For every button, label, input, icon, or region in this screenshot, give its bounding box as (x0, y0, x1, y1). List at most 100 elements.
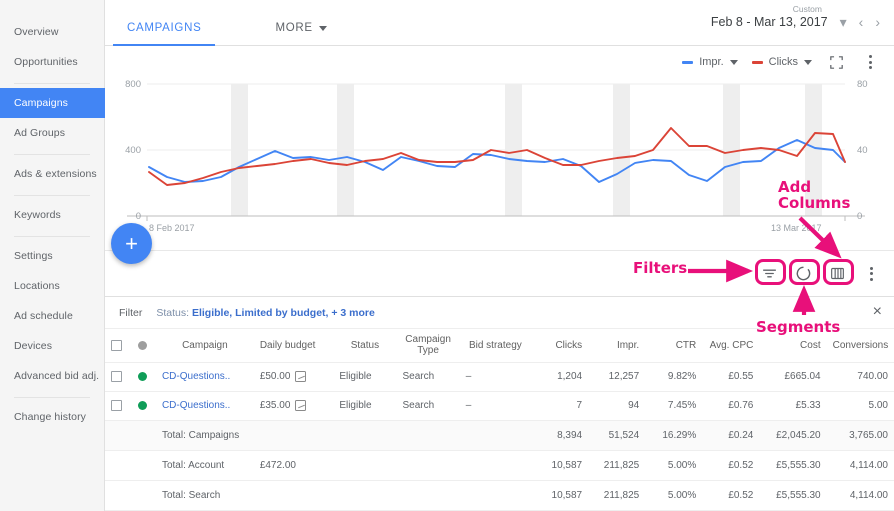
header-avg-cpc[interactable]: Avg. CPC (702, 329, 760, 363)
table-row[interactable]: CD-Questions.. £50.00 Eligible Search – … (105, 362, 894, 392)
chevron-down-icon[interactable] (729, 59, 738, 65)
new-campaign-fab[interactable]: + (111, 223, 152, 264)
close-icon[interactable]: × (873, 304, 882, 320)
row-clicks-cell: 1,204 (531, 362, 589, 392)
row-cost-cell: £665.04 (759, 362, 827, 392)
header-bid-strategy[interactable]: Bid strategy (459, 329, 532, 363)
row-impr-cell: 94 (588, 391, 646, 421)
sidebar-item-overview[interactable]: Overview (0, 17, 104, 47)
total-spacer (459, 450, 532, 481)
line-chart-svg: 800 400 0 80 40 0 (125, 79, 867, 222)
sidebar-item-label: Advanced bid adj. (14, 370, 100, 382)
row-checkbox-cell[interactable] (105, 391, 132, 421)
campaign-link[interactable]: CD-Questions.. (162, 371, 230, 382)
header-campaign[interactable]: Campaign (155, 329, 254, 363)
chevron-down-icon (318, 25, 327, 31)
header-conversions[interactable]: Conversions (826, 329, 894, 363)
total-ctr: 16.29% (645, 420, 703, 451)
tab-campaigns[interactable]: CAMPAIGNS (113, 22, 216, 46)
total-cpc: £0.52 (702, 480, 760, 511)
row-checkbox[interactable] (111, 400, 122, 411)
sidebar-item-label: Campaigns (14, 97, 69, 109)
total-row-campaigns: Total: Campaigns 8,394 51,524 16.29% £0.… (105, 420, 894, 451)
total-spacer (396, 450, 460, 481)
table-row[interactable]: CD-Questions.. £35.00 Eligible Search – … (105, 391, 894, 421)
chevron-down-icon[interactable]: ▾ (840, 15, 847, 29)
row-conv-cell: 5.00 (826, 391, 894, 421)
total-spacer (105, 450, 132, 481)
row-campaign-cell[interactable]: CD-Questions.. (155, 391, 254, 421)
svg-text:0: 0 (857, 211, 862, 222)
columns-icon[interactable] (824, 261, 850, 287)
tab-label: CAMPAIGNS (127, 22, 202, 34)
sidebar-item-advanced-bid-adj[interactable]: Advanced bid adj. (0, 361, 104, 391)
next-period-icon[interactable]: › (875, 15, 880, 29)
main-content: CAMPAIGNS MORE Custom Feb 8 - Mar 13, 20… (105, 0, 894, 511)
sidebar-item-settings[interactable]: Settings (0, 241, 104, 271)
sidebar-item-campaigns[interactable]: Campaigns (0, 88, 105, 118)
sidebar-item-ad-schedule[interactable]: Ad schedule (0, 301, 104, 331)
sidebar-item-ads-extensions[interactable]: Ads & extensions (0, 159, 104, 189)
sidebar-divider (0, 148, 104, 159)
sidebar-item-label: Settings (14, 250, 53, 262)
more-vert-icon[interactable] (858, 261, 884, 287)
row-campaign-cell[interactable]: CD-Questions.. (155, 362, 254, 392)
row-budget-cell[interactable]: £50.00 (253, 362, 334, 392)
table-header: Campaign Daily budget Status Campaign Ty… (105, 329, 894, 363)
row-status-cell: Eligible (333, 362, 397, 392)
status-dot-icon-green (137, 372, 147, 381)
row-status-dot-cell (131, 391, 156, 421)
sidebar-item-change-history[interactable]: Change history (0, 402, 104, 432)
select-all-checkbox[interactable] (111, 339, 122, 351)
row-type-cell: Search (396, 391, 460, 421)
sidebar-item-label: Keywords (14, 209, 61, 221)
chevron-down-icon[interactable] (804, 59, 812, 65)
row-cpc-cell: £0.55 (702, 362, 760, 392)
sidebar-item-devices[interactable]: Devices (0, 331, 104, 361)
sidebar-divider (0, 189, 104, 200)
filter-icon[interactable] (756, 261, 782, 287)
budget-chart-icon[interactable] (295, 400, 307, 411)
sidebar-item-keywords[interactable]: Keywords (0, 200, 104, 230)
segments-icon[interactable] (790, 261, 816, 287)
expand-icon[interactable] (826, 52, 846, 72)
date-range-picker[interactable]: Custom Feb 8 - Mar 13, 2017 ▾ ‹ › (711, 4, 880, 29)
total-spacer (131, 450, 156, 481)
total-spacer (396, 420, 460, 451)
row-checkbox[interactable] (111, 371, 122, 382)
total-clicks: 8,394 (531, 420, 589, 451)
campaigns-table: Campaign Daily budget Status Campaign Ty… (105, 329, 894, 511)
header-status[interactable]: Status (333, 329, 397, 363)
row-bid-cell: – (459, 391, 532, 421)
legend-item-clicks[interactable]: Clicks (751, 56, 812, 68)
total-spacer (131, 480, 156, 511)
filter-chip[interactable]: Status: Eligible, Limited by budget, + 3… (156, 307, 375, 319)
header-daily-budget[interactable]: Daily budget (253, 329, 334, 363)
row-status-dot-cell (131, 362, 156, 392)
row-status-cell: Eligible (333, 391, 397, 421)
row-checkbox-cell[interactable] (105, 362, 132, 392)
total-budget: £472.00 (253, 450, 334, 481)
select-all-header[interactable] (105, 329, 132, 363)
header-cost[interactable]: Cost (759, 329, 827, 363)
budget-chart-icon[interactable] (295, 371, 307, 382)
tab-more[interactable]: MORE (261, 22, 340, 45)
sidebar-item-ad-groups[interactable]: Ad Groups (0, 118, 104, 148)
chart-plot-area: 800 400 0 80 40 0 8 Feb 2017 13 Mar 2017 (105, 74, 894, 244)
total-spacer (396, 480, 460, 511)
row-budget-cell[interactable]: £35.00 (253, 391, 334, 421)
header-impr[interactable]: Impr. (588, 329, 646, 363)
campaign-link[interactable]: CD-Questions.. (162, 400, 230, 411)
header-campaign-type[interactable]: Campaign Type (396, 329, 460, 363)
legend-item-impr[interactable]: Impr. (682, 56, 738, 68)
sidebar-item-locations[interactable]: Locations (0, 271, 104, 301)
row-ctr-cell: 7.45% (645, 391, 703, 421)
header-ctr[interactable]: CTR (645, 329, 703, 363)
total-cost: £5,555.30 (759, 450, 827, 481)
prev-period-icon[interactable]: ‹ (859, 15, 864, 29)
sidebar-item-opportunities[interactable]: Opportunities (0, 47, 104, 77)
filter-bar: Filter Status: Eligible, Limited by budg… (105, 297, 894, 329)
total-conv: 3,765.00 (826, 420, 894, 451)
header-clicks[interactable]: Clicks (531, 329, 589, 363)
more-vert-icon[interactable] (860, 52, 880, 72)
